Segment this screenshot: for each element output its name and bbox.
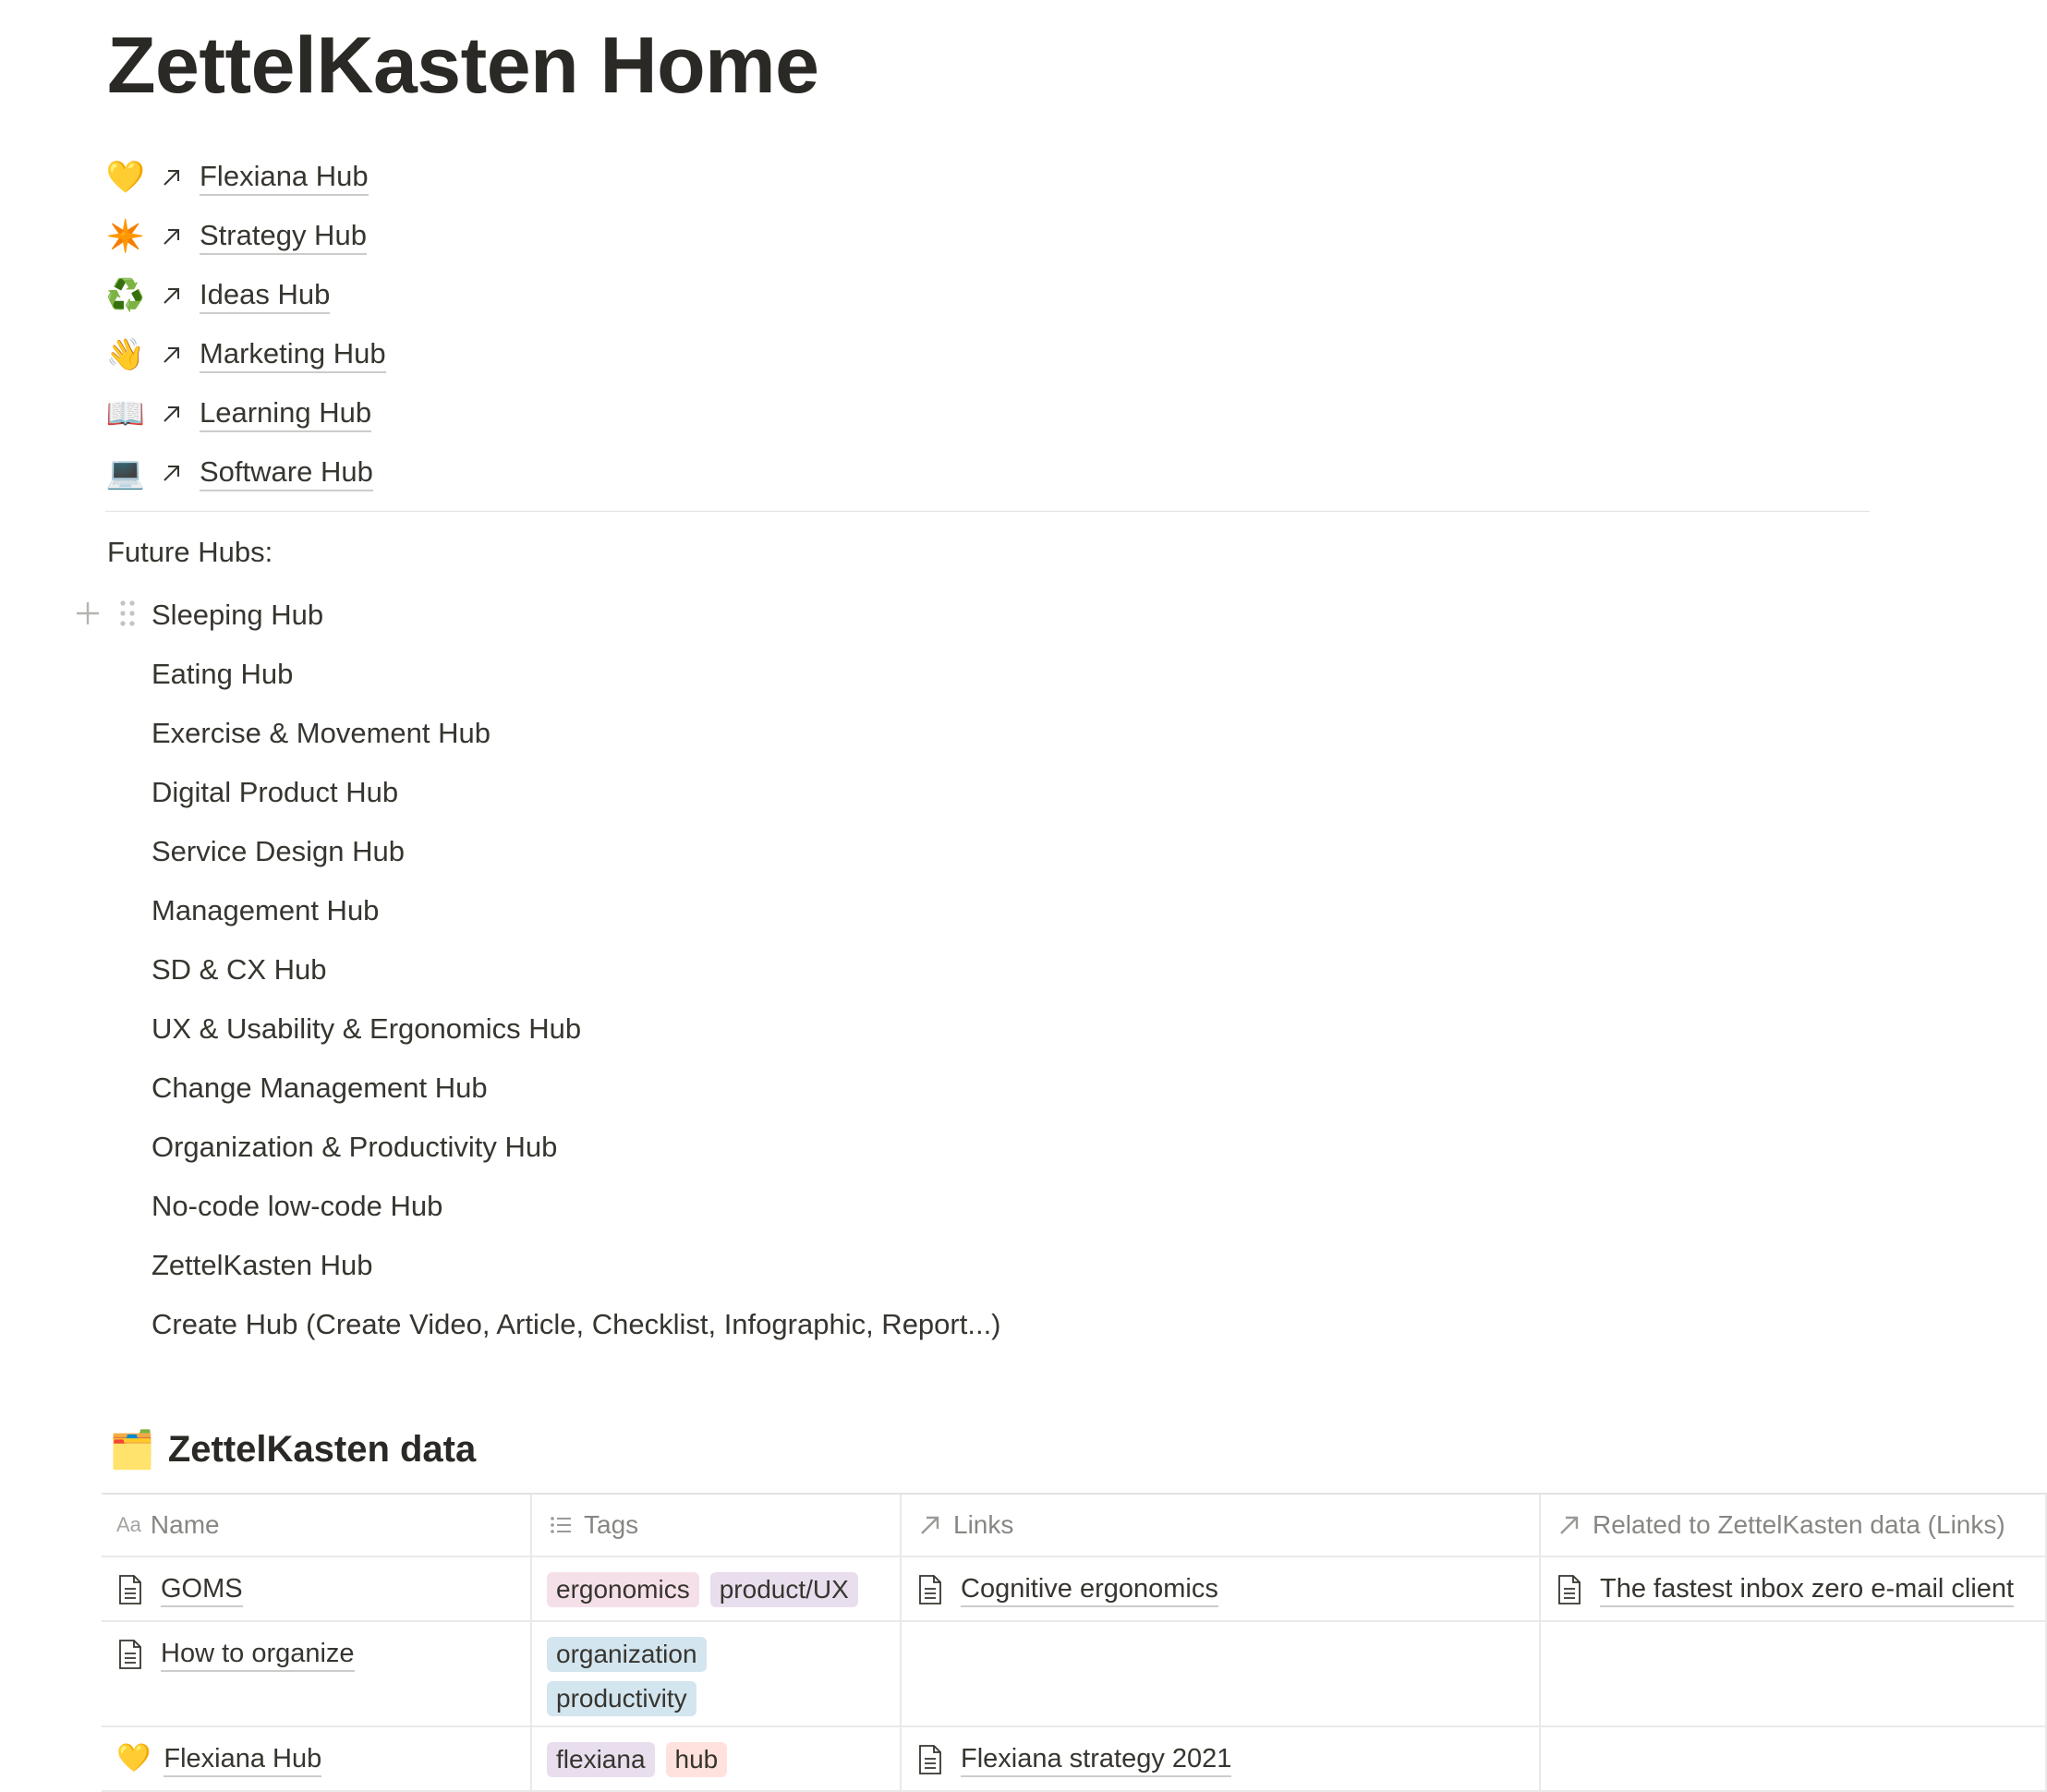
hub-link-learning[interactable]: 📖 Learning Hub — [105, 384, 846, 443]
waving-hand-icon: 👋 — [105, 337, 146, 372]
list-icon — [551, 1517, 571, 1533]
future-hub-item[interactable]: No-code low-code Hub — [151, 1177, 1445, 1236]
hub-link-label[interactable]: Marketing Hub — [200, 336, 386, 373]
laptop-icon: 💻 — [105, 455, 146, 490]
future-hubs-heading: Future Hubs: — [107, 536, 273, 568]
future-hub-item[interactable]: Create Hub (Create Video, Article, Check… — [151, 1295, 1445, 1354]
cell-links[interactable] — [902, 1622, 1541, 1725]
yellow-heart-icon: 💛 — [116, 1743, 151, 1774]
cell-links[interactable]: Cognitive ergonomics — [902, 1557, 1541, 1620]
column-header-links[interactable]: Links — [902, 1495, 1541, 1556]
hub-links-list: 💛 Flexiana Hub ✴️ Strategy Hub ♻️ Ideas … — [105, 148, 846, 502]
tag: organization — [547, 1637, 707, 1672]
recycle-icon: ♻️ — [105, 278, 146, 313]
tag: flexiana — [547, 1742, 655, 1777]
relation-link[interactable]: Cognitive ergonomics — [961, 1572, 1218, 1607]
link-arrow-icon — [164, 288, 179, 304]
row-name[interactable]: Flexiana Hub — [164, 1742, 322, 1777]
cell-related[interactable]: The fastest inbox zero e-mail client — [1541, 1557, 2047, 1620]
link-arrow-icon — [164, 347, 179, 363]
database-title-text[interactable]: ZettelKasten data — [168, 1429, 476, 1471]
column-header-name[interactable]: Aa Name — [102, 1495, 532, 1556]
column-header-label: Name — [150, 1510, 220, 1539]
cell-name[interactable]: How to organize — [102, 1622, 532, 1725]
relation-arrow-icon — [1560, 1516, 1579, 1534]
hub-link-flexiana[interactable]: 💛 Flexiana Hub — [105, 148, 846, 207]
future-hub-item[interactable]: ZettelKasten Hub — [151, 1236, 1445, 1295]
table-header-row: Aa Name Tags Links Related to ZettelKast… — [102, 1495, 2047, 1557]
block-handles — [74, 599, 137, 628]
link-arrow-icon — [164, 170, 179, 186]
table-row[interactable]: 💛 Flexiana Hub flexiana hub Flexiana str… — [102, 1727, 2047, 1792]
cell-tags[interactable]: ergonomics product/UX — [532, 1557, 902, 1620]
future-hubs-list: Sleeping Hub Eating Hub Exercise & Movem… — [151, 586, 1445, 1354]
future-hub-item[interactable]: Eating Hub — [151, 645, 1445, 704]
plus-icon[interactable] — [74, 599, 102, 627]
row-name[interactable]: GOMS — [161, 1572, 243, 1607]
hub-link-label[interactable]: Software Hub — [200, 454, 373, 491]
hub-link-label[interactable]: Flexiana Hub — [200, 159, 369, 196]
database-table: Aa Name Tags Links Related to ZettelKast… — [102, 1493, 2047, 1792]
column-header-label: Related to ZettelKasten data (Links) — [1593, 1510, 2005, 1539]
cell-tags[interactable]: flexiana hub — [532, 1727, 902, 1790]
link-arrow-icon — [164, 406, 179, 422]
future-hub-item[interactable]: Digital Product Hub — [151, 763, 1445, 822]
cell-name[interactable]: 💛 Flexiana Hub — [102, 1727, 532, 1790]
document-icon — [119, 1640, 141, 1669]
tag: productivity — [547, 1681, 696, 1716]
column-header-label: Links — [953, 1510, 1014, 1539]
drag-handle-icon[interactable] — [118, 599, 137, 628]
future-hub-item[interactable]: Organization & Productivity Hub — [151, 1118, 1445, 1177]
future-hub-item[interactable]: Exercise & Movement Hub — [151, 704, 1445, 763]
text-property-icon: Aa — [116, 1513, 141, 1536]
card-index-dividers-icon: 🗂️ — [109, 1430, 155, 1471]
database-title[interactable]: 🗂️ ZettelKasten data — [109, 1428, 476, 1471]
divider — [105, 511, 1870, 512]
column-header-label: Tags — [584, 1510, 639, 1539]
cell-name[interactable]: GOMS — [102, 1557, 532, 1620]
cell-related[interactable] — [1541, 1727, 2047, 1790]
column-header-tags[interactable]: Tags — [532, 1495, 902, 1556]
document-icon — [919, 1575, 941, 1604]
cell-tags[interactable]: organization productivity — [532, 1622, 902, 1725]
table-row[interactable]: How to organize organization productivit… — [102, 1622, 2047, 1727]
hub-link-strategy[interactable]: ✴️ Strategy Hub — [105, 207, 846, 266]
future-hub-item[interactable]: Sleeping Hub — [151, 586, 1445, 645]
future-hub-item[interactable]: Service Design Hub — [151, 822, 1445, 881]
relation-link[interactable]: The fastest inbox zero e-mail client — [1600, 1572, 2015, 1607]
tag: product/UX — [709, 1572, 858, 1607]
hub-link-ideas[interactable]: ♻️ Ideas Hub — [105, 266, 846, 325]
future-hub-item[interactable]: SD & CX Hub — [151, 940, 1445, 999]
yellow-heart-icon: 💛 — [105, 160, 146, 195]
hub-link-label[interactable]: Learning Hub — [200, 395, 372, 432]
hub-link-label[interactable]: Ideas Hub — [200, 277, 331, 314]
cell-related[interactable] — [1541, 1622, 2047, 1725]
future-hub-item[interactable]: UX & Usability & Ergonomics Hub — [151, 999, 1445, 1059]
tag: hub — [665, 1742, 728, 1777]
row-name[interactable]: How to organize — [161, 1637, 355, 1672]
hub-link-software[interactable]: 💻 Software Hub — [105, 443, 846, 502]
document-icon — [1558, 1575, 1581, 1604]
column-header-related[interactable]: Related to ZettelKasten data (Links) — [1541, 1495, 2047, 1556]
page-title: ZettelKasten Home — [107, 21, 819, 110]
document-icon — [119, 1575, 141, 1604]
relation-link[interactable]: Flexiana strategy 2021 — [961, 1742, 1232, 1777]
document-icon — [919, 1745, 941, 1774]
link-arrow-icon — [164, 229, 179, 245]
open-book-icon: 📖 — [105, 396, 146, 431]
relation-arrow-icon — [921, 1516, 939, 1534]
hub-link-label[interactable]: Strategy Hub — [200, 218, 367, 255]
table-row[interactable]: GOMS ergonomics product/UX Cognitive erg… — [102, 1557, 2047, 1622]
future-hub-item[interactable]: Management Hub — [151, 881, 1445, 940]
future-hub-item[interactable]: Change Management Hub — [151, 1059, 1445, 1118]
hub-link-marketing[interactable]: 👋 Marketing Hub — [105, 325, 846, 384]
tag: ergonomics — [547, 1572, 699, 1607]
link-arrow-icon — [164, 466, 179, 481]
eight-pointed-star-icon: ✴️ — [105, 219, 146, 254]
cell-links[interactable]: Flexiana strategy 2021 — [902, 1727, 1541, 1790]
